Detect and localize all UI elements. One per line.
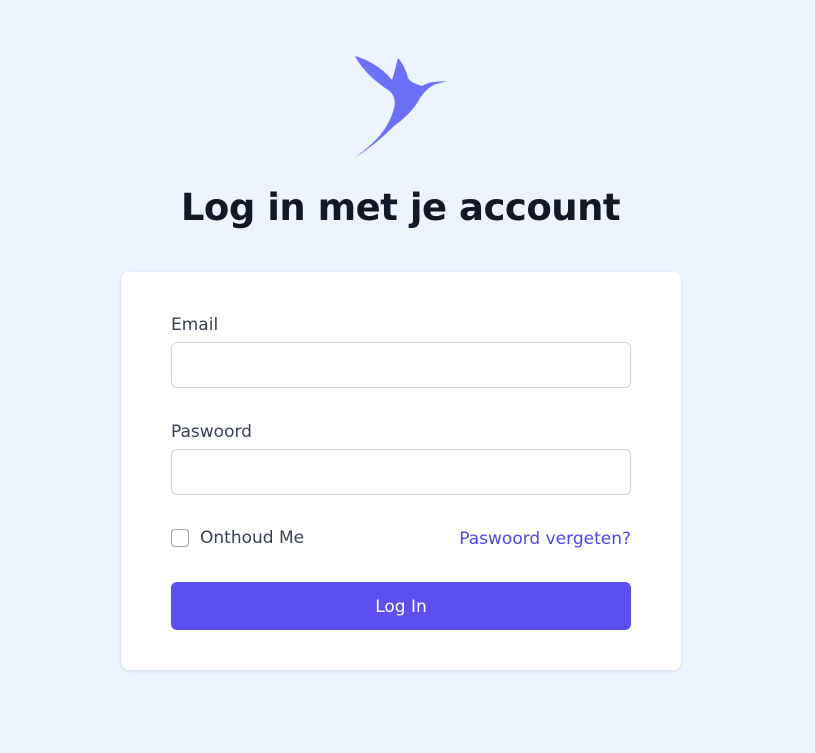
remember-me-label[interactable]: Onthoud Me (200, 528, 304, 548)
remember-me-checkbox[interactable] (171, 529, 189, 547)
email-label: Email (171, 315, 219, 335)
forgot-password-link[interactable]: Paswoord vergeten? (459, 529, 631, 549)
password-field[interactable] (171, 449, 631, 495)
login-card: Email Paswoord Onthoud Me Paswoord verge… (121, 272, 681, 670)
hummingbird-icon (354, 56, 448, 158)
page-title: Log in met je account (180, 186, 621, 229)
remember-me: Onthoud Me (171, 528, 304, 548)
login-button[interactable]: Log In (171, 582, 631, 630)
password-label: Paswoord (171, 422, 252, 442)
email-field[interactable] (171, 342, 631, 388)
